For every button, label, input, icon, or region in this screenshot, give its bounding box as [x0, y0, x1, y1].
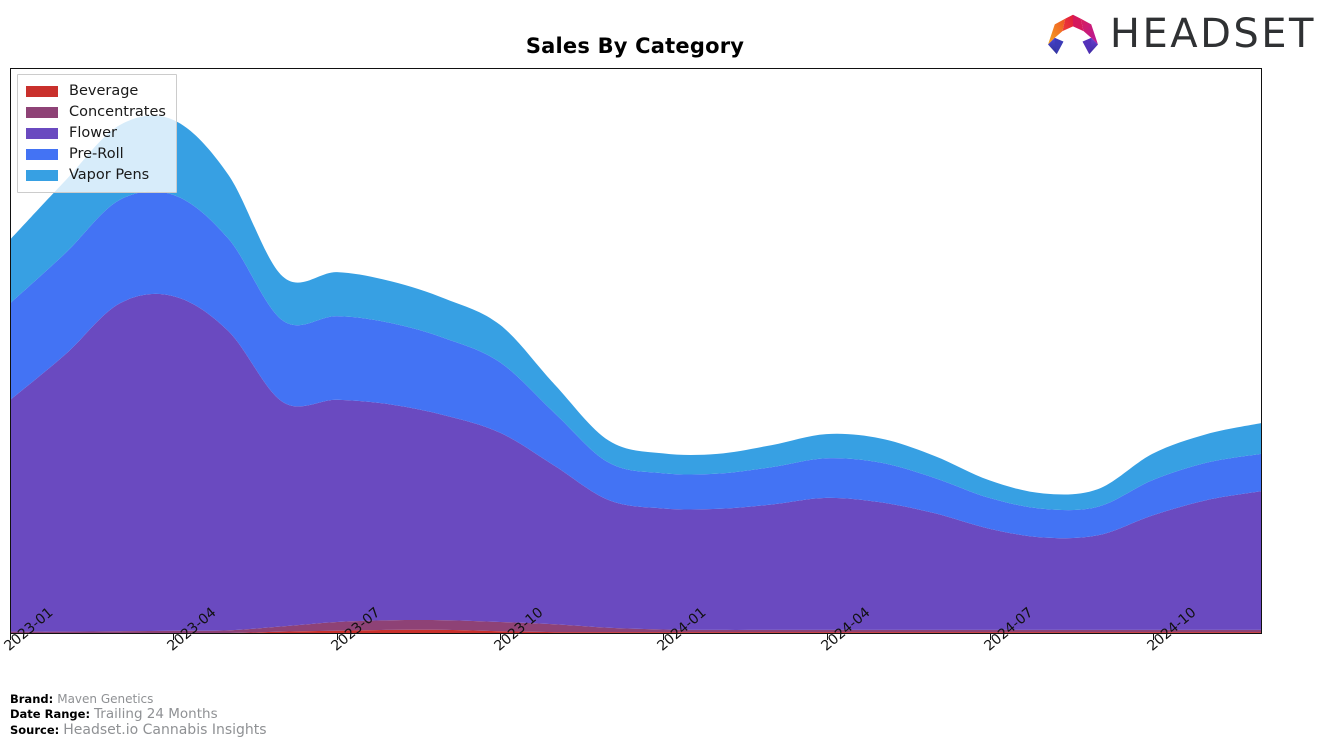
legend-label-concentrates: Concentrates	[69, 104, 166, 121]
footnote-brand: Brand: Maven Genetics	[10, 692, 710, 707]
footnote-date-range-value: Trailing 24 Months	[94, 705, 218, 722]
chart-plot-area: Beverage Concentrates Flower Pre-Roll Va…	[10, 68, 1262, 634]
legend-swatch-flower	[26, 128, 58, 139]
footnote-brand-value: Maven Genetics	[57, 692, 154, 706]
headset-logo: HEADSET	[1044, 10, 1316, 58]
footnote-source-value: Headset.io Cannabis Insights	[63, 722, 267, 739]
footnote-source: Source: Headset.io Cannabis Insights	[10, 722, 710, 739]
legend-label-vapor-pens: Vapor Pens	[69, 167, 150, 184]
legend-swatch-beverage	[26, 86, 58, 97]
legend-item-beverage[interactable]: Beverage	[26, 81, 166, 102]
logo-wordmark: HEADSET	[1109, 11, 1316, 57]
footnote-date-range-label: Date Range:	[10, 706, 91, 721]
x-axis: 2023-01 2023-04 2023-07 2023-10 2024-01 2024-…	[1, 605, 1262, 694]
stacked-area-chart	[11, 115, 1261, 633]
legend-swatch-concentrates	[26, 107, 58, 118]
legend-swatch-pre-roll	[26, 149, 58, 160]
footnote-source-label: Source:	[10, 723, 60, 738]
headset-hexagon-icon	[1047, 14, 1098, 55]
footnote-date-range: Date Range: Trailing 24 Months	[10, 705, 710, 723]
legend-item-vapor-pens[interactable]: Vapor Pens	[26, 165, 166, 186]
legend-swatch-vapor-pens	[26, 170, 58, 181]
legend-item-concentrates[interactable]: Concentrates	[26, 102, 166, 123]
legend-label-flower: Flower	[69, 125, 117, 142]
legend-label-beverage: Beverage	[69, 83, 139, 100]
legend-label-pre-roll: Pre-Roll	[69, 146, 124, 163]
legend-item-pre-roll[interactable]: Pre-Roll	[26, 144, 166, 165]
legend-item-flower[interactable]: Flower	[26, 123, 166, 144]
footnote-brand-label: Brand:	[10, 692, 54, 706]
chart-page: Sales By Category HEADSET Beverage Conce…	[0, 0, 1324, 744]
chart-legend[interactable]: Beverage Concentrates Flower Pre-Roll Va…	[17, 74, 177, 193]
chart-footnotes: Brand: Maven Genetics Date Range: Traili…	[10, 692, 710, 739]
